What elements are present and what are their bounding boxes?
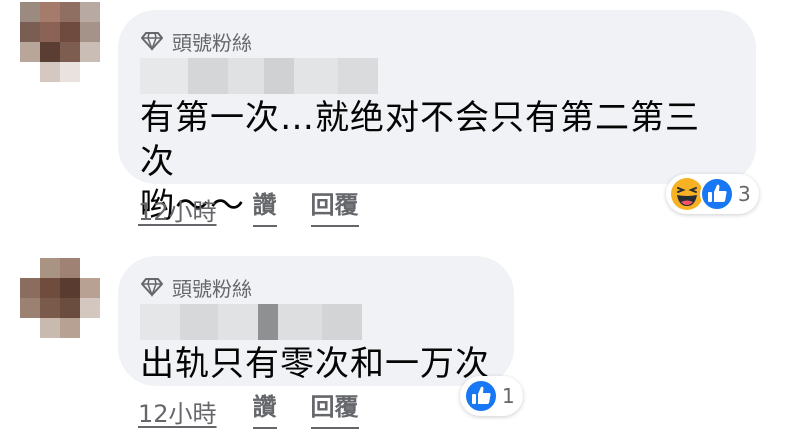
- commenter-name-blurred[interactable]: [140, 304, 492, 340]
- like-icon: [464, 379, 498, 413]
- reaction-count: 1: [502, 384, 515, 408]
- avatar[interactable]: [20, 2, 100, 82]
- haha-icon: [671, 178, 703, 210]
- like-icon: [700, 177, 734, 211]
- comment-text-line-1: 有第一次…就绝对不会只有第二第三次: [140, 98, 700, 182]
- badge-label: 頭號粉絲: [172, 30, 252, 55]
- comment-actions: 12小時 讚 回覆: [138, 192, 359, 227]
- diamond-icon: [141, 278, 163, 297]
- reactions-summary[interactable]: 1: [460, 376, 523, 416]
- reply-button[interactable]: 回覆: [310, 394, 359, 429]
- reactions-summary[interactable]: 3: [666, 174, 759, 214]
- top-fan-badge[interactable]: 頭號粉絲: [140, 28, 734, 55]
- avatar[interactable]: [20, 258, 100, 338]
- like-button[interactable]: 讚: [252, 394, 277, 429]
- badge-label: 頭號粉絲: [172, 276, 252, 301]
- timestamp-link[interactable]: 12小時: [138, 394, 217, 429]
- commenter-name-blurred[interactable]: [140, 58, 734, 94]
- reply-button[interactable]: 回覆: [310, 192, 359, 227]
- comment-actions: 12小時 讚 回覆: [138, 394, 359, 429]
- comment-bubble: 頭號粉絲 有第一次…就绝对不会只有第二第三次 哟～～: [118, 10, 756, 226]
- like-button[interactable]: 讚: [252, 192, 277, 227]
- diamond-icon: [141, 32, 163, 51]
- comment-bubble: 頭號粉絲 出轨只有零次和一万次: [118, 256, 514, 386]
- top-fan-badge[interactable]: 頭號粉絲: [140, 274, 492, 301]
- comment-text: 出轨只有零次和一万次: [140, 344, 490, 384]
- timestamp-link[interactable]: 12小時: [138, 192, 217, 227]
- reaction-count: 3: [738, 182, 751, 206]
